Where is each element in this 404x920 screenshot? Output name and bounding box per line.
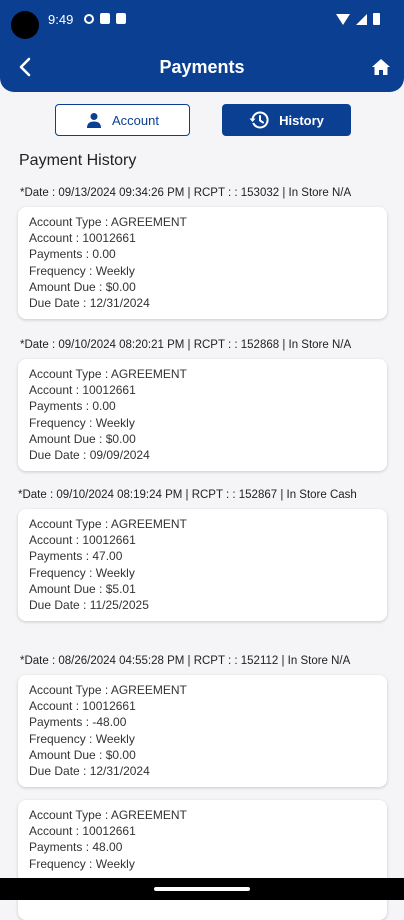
system-navigation-bar	[0, 878, 404, 900]
payments-row: Payments : 0.00	[29, 247, 116, 262]
home-icon	[372, 59, 390, 75]
payments-row: Payments : 48.00	[29, 840, 123, 855]
due-date-row: Due Date : 12/31/2024	[29, 764, 150, 779]
frequency-row: Frequency : Weekly	[29, 731, 135, 746]
view-toggle: Account History	[0, 104, 404, 138]
list-item: *Date : 09/10/2024 08:20:21 PM | RCPT : …	[0, 338, 404, 488]
payment-header: *Date : 09/13/2024 09:34:26 PM | RCPT : …	[20, 187, 352, 199]
account-type-row: Account Type : AGREEMENT	[29, 808, 187, 822]
payment-header: *Date : 09/10/2024 08:19:24 PM | RCPT : …	[18, 489, 357, 501]
camera-cutout	[11, 11, 39, 39]
account-tab-button[interactable]: Account	[55, 104, 190, 136]
account-row: Account : 10012661	[29, 383, 136, 398]
do-not-disturb-icon	[84, 13, 94, 24]
payment-history-list: *Date : 09/13/2024 09:34:26 PM | RCPT : …	[0, 186, 404, 920]
home-gesture-handle[interactable]	[154, 887, 250, 891]
section-title: Payment History	[19, 152, 137, 169]
account-type-row: Account Type : AGREEMENT	[29, 517, 187, 531]
payment-card[interactable]: Account Type : AGREEMENT Account : 10012…	[18, 207, 387, 320]
frequency-row: Frequency : Weekly	[29, 565, 135, 580]
list-item: *Date : 09/10/2024 08:19:24 PM | RCPT : …	[0, 488, 404, 654]
amount-due-row: Amount Due : $0.00	[29, 747, 136, 762]
person-icon	[87, 113, 101, 128]
notification-app-icon	[116, 13, 126, 24]
signal-icon	[356, 13, 367, 25]
battery-icon	[373, 13, 380, 25]
payments-row: Payments : -48.00	[29, 715, 127, 730]
list-item: *Date : 09/13/2024 09:34:26 PM | RCPT : …	[0, 186, 404, 338]
amount-due-row: Amount Due : $0.00	[29, 431, 136, 446]
account-type-row: Account Type : AGREEMENT	[29, 683, 187, 697]
payment-card[interactable]: Account Type : AGREEMENT Account : 10012…	[18, 800, 387, 920]
amount-due-row: Amount Due : $0.00	[29, 279, 136, 294]
system-icons	[336, 13, 380, 25]
status-time: 9:49	[48, 12, 74, 27]
frequency-row: Frequency : Weekly	[29, 263, 135, 278]
due-date-row: Due Date : 12/31/2024	[29, 296, 150, 311]
payments-row: Payments : 47.00	[29, 549, 123, 564]
list-item: *Date : 08/26/2024 04:55:28 PM | RCPT : …	[0, 654, 404, 800]
payment-card[interactable]: Account Type : AGREEMENT Account : 10012…	[18, 509, 387, 622]
status-bar: 9:49	[0, 0, 404, 42]
account-tab-label: Account	[112, 112, 159, 128]
account-row: Account : 10012661	[29, 824, 136, 839]
sim-card-icon	[100, 13, 110, 24]
payments-row: Payments : 0.00	[29, 399, 116, 414]
app-bar: Payments	[0, 42, 404, 92]
notification-icons	[84, 13, 126, 24]
home-button[interactable]	[368, 54, 394, 80]
history-icon	[249, 111, 269, 129]
frequency-row: Frequency : Weekly	[29, 856, 135, 871]
due-date-row: Due Date : 09/09/2024	[29, 448, 150, 463]
due-date-row: Due Date : 11/25/2025	[29, 598, 149, 613]
payment-card[interactable]: Account Type : AGREEMENT Account : 10012…	[18, 675, 387, 788]
account-row: Account : 10012661	[29, 699, 136, 714]
account-type-row: Account Type : AGREEMENT	[29, 367, 187, 381]
list-item: Account Type : AGREEMENT Account : 10012…	[0, 800, 404, 920]
history-tab-label: History	[279, 112, 324, 128]
payment-header: *Date : 08/26/2024 04:55:28 PM | RCPT : …	[20, 655, 351, 667]
account-row: Account : 10012661	[29, 533, 136, 548]
payment-card[interactable]: Account Type : AGREEMENT Account : 10012…	[18, 359, 387, 472]
amount-due-row: Amount Due : $5.01	[29, 581, 136, 596]
history-tab-button[interactable]: History	[222, 104, 351, 136]
page-title: Payments	[159, 57, 245, 77]
account-type-row: Account Type : AGREEMENT	[29, 215, 187, 229]
payment-header: *Date : 09/10/2024 08:20:21 PM | RCPT : …	[20, 339, 352, 351]
wifi-icon	[336, 13, 350, 25]
frequency-row: Frequency : Weekly	[29, 415, 135, 430]
account-row: Account : 10012661	[29, 231, 136, 246]
